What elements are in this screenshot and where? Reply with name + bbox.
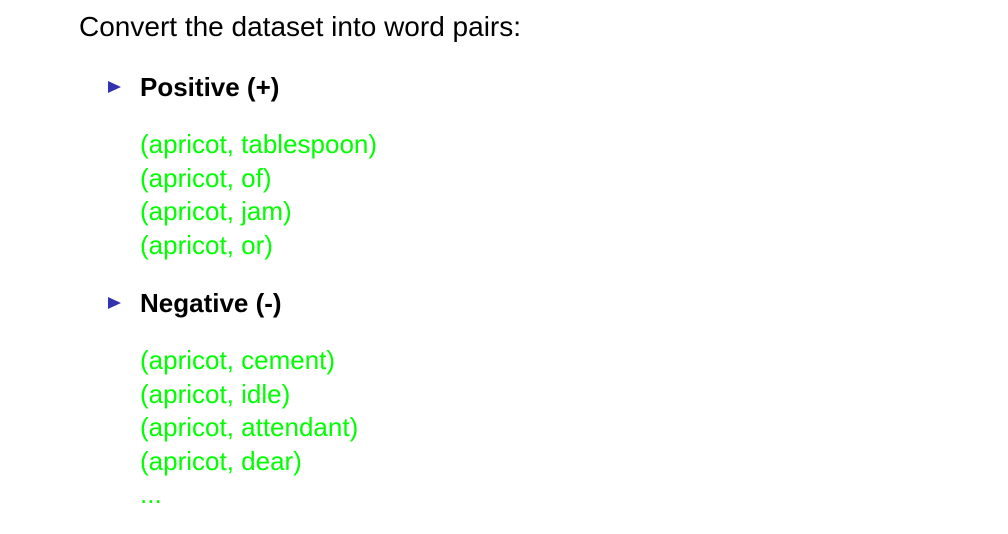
negative-section-title: Negative (-) xyxy=(140,288,282,318)
negative-pair-item: (apricot, idle) xyxy=(140,378,291,409)
positive-section-title: Positive (+) xyxy=(140,72,280,102)
positive-pair-item: (apricot, tablespoon) xyxy=(140,129,378,159)
negative-pair-item: (apricot, cement) xyxy=(140,345,336,375)
negative-pair-ellipsis: ... xyxy=(140,479,162,509)
intro-text: Convert the dataset into word pairs: xyxy=(79,11,522,42)
negative-pair-item: (apricot, attendant) xyxy=(140,412,359,442)
triangle-right-icon xyxy=(108,81,121,93)
positive-section-header: Positive (+) xyxy=(108,69,279,105)
slide: Convert the dataset into word pairs: Pos… xyxy=(0,0,1008,534)
positive-pair-item: (apricot, or) xyxy=(140,229,273,260)
negative-section-header: Negative (-) xyxy=(108,285,282,321)
positive-pair-item: (apricot, of) xyxy=(140,162,272,193)
positive-pair-item: (apricot, jam) xyxy=(140,196,292,226)
triangle-right-icon xyxy=(108,297,121,309)
negative-pair-list: (apricot, cement) (apricot, idle) (apric… xyxy=(140,344,358,512)
positive-pair-list: (apricot, tablespoon) (apricot, of) (apr… xyxy=(140,128,377,262)
negative-pair-item: (apricot, dear) xyxy=(140,445,302,476)
